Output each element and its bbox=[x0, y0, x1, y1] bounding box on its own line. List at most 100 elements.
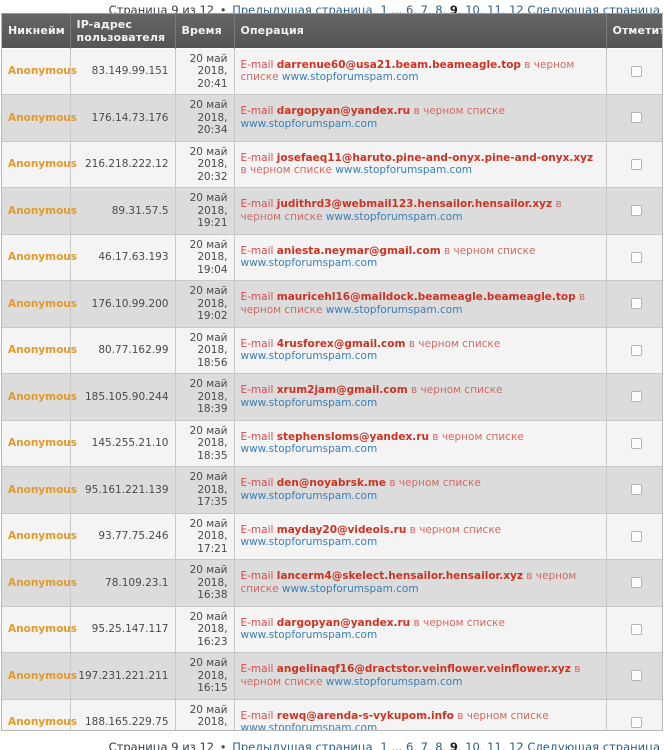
email-link[interactable]: dargopyan@yandex.ru bbox=[277, 105, 410, 117]
page-link-11-bottom[interactable]: 11 bbox=[487, 740, 502, 750]
source-link[interactable]: www.stopforumspam.com bbox=[282, 71, 419, 83]
table-body: Anonymous 83.149.99.151 20 май 2018, 20:41 E… bbox=[2, 47, 662, 731]
source-link[interactable]: www.stopforumspam.com bbox=[326, 211, 463, 223]
nickname-link[interactable]: Anonymous bbox=[8, 205, 77, 217]
page-link-10-bottom[interactable]: 10 bbox=[465, 740, 480, 750]
nickname-link[interactable]: Anonymous bbox=[8, 577, 77, 589]
nickname-link[interactable]: Anonymous bbox=[8, 716, 77, 728]
mark-checkbox[interactable] bbox=[630, 251, 642, 263]
cell-timestamp: 20 май 2018, 20:41 bbox=[175, 47, 235, 96]
page-link-10-top[interactable]: 10 bbox=[465, 3, 480, 13]
cell-operation: E-mail xrum2jam@gmail.com в черном списк… bbox=[234, 373, 607, 421]
mark-checkbox[interactable] bbox=[630, 623, 642, 635]
operation-type-label: E-mail bbox=[240, 151, 277, 164]
nickname-link[interactable]: Anonymous bbox=[8, 298, 77, 310]
source-link[interactable]: www.stopforumspam.com bbox=[241, 118, 378, 130]
mark-checkbox[interactable] bbox=[630, 670, 642, 682]
column-header-ip[interactable]: IP-адрес пользователя bbox=[69, 13, 176, 49]
email-link[interactable]: rewq@arenda-s-vykupom.info bbox=[277, 710, 454, 722]
nickname-link[interactable]: Anonymous bbox=[8, 158, 77, 170]
prev-page-link-top[interactable]: Предыдущая страница bbox=[232, 3, 373, 13]
nickname-link[interactable]: Anonymous bbox=[8, 623, 77, 635]
mark-checkbox[interactable] bbox=[630, 205, 642, 217]
timestamp-time: 16:23 bbox=[197, 635, 228, 648]
nickname-link[interactable]: Anonymous bbox=[8, 65, 77, 77]
table-head: Никнейм IP-адрес пользователя Время Опер… bbox=[2, 13, 662, 49]
page-link-12-bottom[interactable]: 12 bbox=[509, 740, 524, 750]
page-link-7-top[interactable]: 7 bbox=[421, 3, 428, 13]
prev-page-link-bottom[interactable]: Предыдущая страница bbox=[232, 740, 373, 750]
nickname-link[interactable]: Anonymous bbox=[8, 484, 77, 496]
source-link[interactable]: www.stopforumspam.com bbox=[241, 722, 378, 730]
cell-mark bbox=[606, 512, 662, 561]
source-link[interactable]: www.stopforumspam.com bbox=[335, 164, 472, 176]
timestamp-date: 20 май 2018, bbox=[189, 564, 228, 589]
cell-mark bbox=[606, 373, 662, 421]
mark-checkbox[interactable] bbox=[630, 391, 642, 403]
email-link[interactable]: mayday20@videois.ru bbox=[277, 524, 407, 536]
mark-checkbox[interactable] bbox=[630, 484, 642, 496]
source-link[interactable]: www.stopforumspam.com bbox=[241, 443, 378, 455]
page-link-8-bottom[interactable]: 8 bbox=[435, 740, 442, 750]
nickname-link[interactable]: Anonymous bbox=[8, 344, 77, 356]
page-link-first-bottom[interactable]: 1 bbox=[380, 740, 387, 750]
mark-checkbox[interactable] bbox=[630, 65, 642, 77]
mark-checkbox[interactable] bbox=[630, 577, 642, 589]
timestamp-time: 20:41 bbox=[197, 77, 228, 90]
cell-mark bbox=[606, 698, 662, 731]
email-link[interactable]: den@noyabrsk.me bbox=[277, 477, 386, 489]
mark-checkbox[interactable] bbox=[630, 112, 642, 124]
source-link[interactable]: www.stopforumspam.com bbox=[241, 397, 378, 409]
page-link-7-bottom[interactable]: 7 bbox=[421, 740, 428, 750]
email-link[interactable]: aniesta.neymar@gmail.com bbox=[277, 245, 441, 257]
page-link-11-top[interactable]: 11 bbox=[487, 3, 502, 13]
cell-mark bbox=[606, 280, 662, 328]
email-link[interactable]: darrenue60@usa21.beam.beameagle.top bbox=[277, 59, 521, 71]
nickname-link[interactable]: Anonymous bbox=[8, 670, 77, 682]
nickname-link[interactable]: Anonymous bbox=[8, 112, 77, 124]
source-link[interactable]: www.stopforumspam.com bbox=[241, 490, 378, 502]
source-link[interactable]: www.stopforumspam.com bbox=[241, 629, 378, 641]
column-header-nickname[interactable]: Никнейм bbox=[2, 13, 71, 49]
mark-checkbox[interactable] bbox=[630, 158, 642, 170]
source-link[interactable]: www.stopforumspam.com bbox=[326, 676, 463, 688]
next-page-link-top[interactable]: Следующая страница bbox=[527, 3, 660, 13]
operation-type-label: E-mail bbox=[240, 663, 277, 676]
timestamp-time: 20:32 bbox=[197, 170, 228, 183]
email-link[interactable]: mauricehl16@maildock.beameagle.beameagle… bbox=[277, 291, 576, 303]
nickname-link[interactable]: Anonymous bbox=[8, 437, 77, 449]
email-link[interactable]: lancerm4@skelect.hensailor.hensailor.xyz bbox=[277, 570, 523, 582]
mark-checkbox[interactable] bbox=[630, 716, 642, 728]
source-link[interactable]: www.stopforumspam.com bbox=[326, 304, 463, 316]
next-page-link-bottom[interactable]: Следующая страница bbox=[527, 740, 660, 750]
email-link[interactable]: josefaeq11@haruto.pine-and-onyx.pine-and… bbox=[277, 152, 593, 164]
nickname-link[interactable]: Anonymous bbox=[8, 251, 77, 263]
email-link[interactable]: 4rusforex@gmail.com bbox=[277, 338, 406, 350]
cell-timestamp: 20 май 2018, 16:38 bbox=[175, 559, 235, 607]
source-link[interactable]: www.stopforumspam.com bbox=[241, 350, 378, 362]
timestamp-time: 18:39 bbox=[197, 403, 228, 416]
blacklist-text: в черном списке bbox=[240, 164, 336, 177]
source-link[interactable]: www.stopforumspam.com bbox=[241, 536, 378, 548]
email-link[interactable]: judithrd3@webmail123.hensailor.hensailor… bbox=[277, 198, 552, 210]
email-link[interactable]: dargopyan@yandex.ru bbox=[277, 617, 410, 629]
column-header-operation[interactable]: Операция bbox=[233, 13, 607, 49]
mark-checkbox[interactable] bbox=[630, 530, 642, 542]
table-row: Anonymous 89.31.57.5 20 май 2018, 19:21 E-ma… bbox=[2, 187, 662, 235]
email-link[interactable]: xrum2jam@gmail.com bbox=[277, 384, 408, 396]
mark-checkbox[interactable] bbox=[630, 437, 642, 449]
column-header-mark[interactable]: Отметить bbox=[605, 13, 662, 49]
mark-checkbox[interactable] bbox=[630, 344, 642, 356]
source-link[interactable]: www.stopforumspam.com bbox=[282, 583, 419, 595]
email-link[interactable]: stephensloms@yandex.ru bbox=[277, 431, 429, 443]
cell-operation: E-mail den@noyabrsk.me в черном списке w… bbox=[234, 466, 607, 514]
page-link-12-top[interactable]: 12 bbox=[509, 3, 524, 13]
page-link-first-top[interactable]: 1 bbox=[380, 3, 387, 13]
page-link-8-top[interactable]: 8 bbox=[435, 3, 442, 13]
source-link[interactable]: www.stopforumspam.com bbox=[241, 257, 378, 269]
column-header-time[interactable]: Время bbox=[174, 13, 235, 49]
nickname-link[interactable]: Anonymous bbox=[8, 391, 77, 403]
email-link[interactable]: angelinaqf16@dractstor.veinflower.veinfl… bbox=[277, 663, 571, 675]
mark-checkbox[interactable] bbox=[630, 298, 642, 310]
nickname-link[interactable]: Anonymous bbox=[8, 530, 77, 542]
